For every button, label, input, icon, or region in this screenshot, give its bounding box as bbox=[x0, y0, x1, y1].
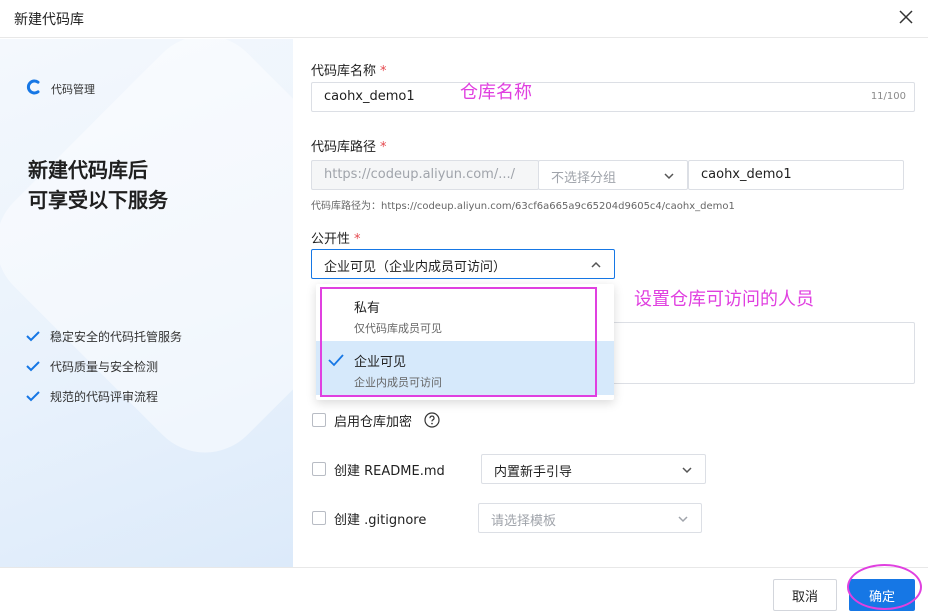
brand-label: 代码管理 bbox=[51, 83, 95, 96]
readme-checkbox[interactable] bbox=[312, 462, 326, 476]
chevron-down-icon bbox=[682, 467, 692, 474]
repo-name-input[interactable]: caohx_demo1 11/100 bbox=[311, 82, 915, 112]
dialog-title: 新建代码库 bbox=[14, 12, 84, 28]
feature-item: 稳定安全的代码托管服务 bbox=[26, 321, 182, 351]
readme-label: 创建 README.md bbox=[334, 464, 445, 479]
check-icon bbox=[26, 361, 40, 372]
feature-label: 稳定安全的代码托管服务 bbox=[50, 329, 183, 344]
close-icon[interactable] bbox=[896, 7, 916, 27]
visibility-label: 公开性 * bbox=[311, 232, 361, 247]
visibility-select[interactable]: 企业可见（企业内成员可访问） bbox=[311, 249, 615, 279]
gitignore-label: 创建 .gitignore bbox=[334, 513, 427, 528]
codeup-logo-icon bbox=[26, 79, 42, 99]
cancel-button[interactable]: 取消 bbox=[773, 579, 837, 611]
left-panel: 代码管理 新建代码库后 可享受以下服务 稳定安全的代码托管服务 代码质量与安全检… bbox=[0, 39, 293, 567]
dialog-header: 新建代码库 bbox=[0, 0, 928, 38]
chevron-up-icon bbox=[591, 261, 601, 268]
headline-line1: 新建代码库后 bbox=[28, 158, 148, 182]
readme-template-select[interactable]: 内置新手引导 bbox=[481, 454, 706, 484]
repo-path-input[interactable]: caohx_demo1 bbox=[688, 160, 904, 190]
path-prefix: https://codeup.aliyun.com/.../ bbox=[311, 160, 539, 190]
feature-list: 稳定安全的代码托管服务 代码质量与安全检测 规范的代码评审流程 bbox=[26, 321, 182, 411]
gitignore-template-select[interactable]: 请选择模板 bbox=[478, 503, 702, 533]
encrypt-label: 启用仓库加密 bbox=[334, 415, 413, 430]
check-icon bbox=[26, 391, 40, 402]
feature-item: 规范的代码评审流程 bbox=[26, 381, 182, 411]
annotation-highlight-box bbox=[320, 287, 597, 397]
help-icon[interactable] bbox=[424, 412, 440, 432]
headline: 新建代码库后 可享受以下服务 bbox=[28, 155, 168, 215]
path-hint: 代码库路径为：https://codeup.aliyun.com/63cf6a6… bbox=[311, 201, 735, 212]
headline-line2: 可享受以下服务 bbox=[28, 188, 168, 212]
description-textarea[interactable] bbox=[600, 322, 915, 384]
repo-name-label: 代码库名称 * bbox=[311, 64, 387, 79]
char-counter: 11/100 bbox=[870, 91, 906, 102]
annotation-highlight-ellipse bbox=[847, 564, 922, 610]
gitignore-checkbox[interactable] bbox=[312, 511, 326, 525]
chevron-down-icon bbox=[678, 516, 688, 523]
chevron-down-icon bbox=[664, 173, 674, 180]
feature-item: 代码质量与安全检测 bbox=[26, 351, 182, 381]
encrypt-checkbox[interactable] bbox=[312, 413, 326, 427]
check-icon bbox=[26, 331, 40, 342]
feature-label: 规范的代码评审流程 bbox=[50, 389, 159, 404]
group-select[interactable]: 不选择分组 bbox=[538, 160, 688, 190]
feature-label: 代码质量与安全检测 bbox=[50, 359, 159, 374]
repo-path-label: 代码库路径 * bbox=[311, 140, 387, 155]
brand: 代码管理 bbox=[26, 79, 95, 99]
name-annotation: 仓库名称 bbox=[460, 82, 532, 103]
visibility-annotation: 设置仓库可访问的人员 bbox=[634, 289, 814, 310]
decorative-shape bbox=[0, 39, 293, 478]
